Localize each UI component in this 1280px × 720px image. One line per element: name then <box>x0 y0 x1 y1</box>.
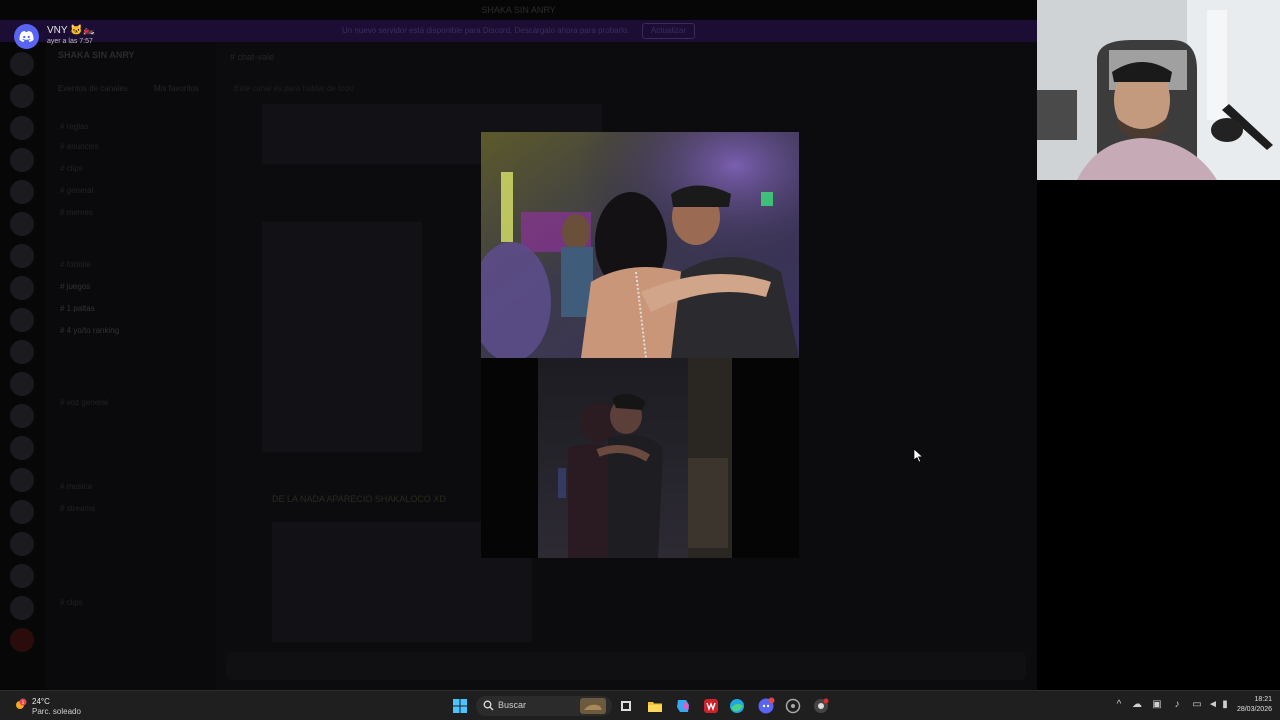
chevron-up-icon[interactable]: ^ <box>1114 699 1124 711</box>
channel-item[interactable]: # 4 yo/to ranking <box>60 326 205 336</box>
channel-item[interactable]: # 1 paltas <box>60 304 205 314</box>
server-icon[interactable] <box>10 372 34 396</box>
chrome-icon[interactable] <box>812 697 830 715</box>
notification-time: ayer a las 7:57 <box>47 38 93 45</box>
discord-taskbar-icon[interactable] <box>757 697 775 715</box>
photo-top[interactable] <box>481 132 799 358</box>
file-explorer-icon[interactable] <box>646 697 664 715</box>
server-icon[interactable] <box>10 436 34 460</box>
edge-browser-icon[interactable] <box>728 697 746 715</box>
server-icon[interactable] <box>10 628 34 652</box>
channel-item[interactable]: # streams <box>60 504 205 514</box>
app-tray-icon[interactable]: ▣ <box>1152 699 1162 711</box>
clock-time: 18:21 <box>1254 696 1272 703</box>
tab-events[interactable]: Eventos de canales <box>58 84 128 93</box>
server-icon[interactable] <box>10 148 34 172</box>
weather-temperature: 24°C <box>32 697 50 706</box>
server-icon[interactable] <box>10 212 34 236</box>
channel-item[interactable]: # fortnite <box>60 260 205 270</box>
server-icon[interactable] <box>10 340 34 364</box>
volume-icon[interactable]: ◄ <box>1208 699 1218 711</box>
weather-sun-icon: 1 <box>14 698 28 712</box>
banner-button[interactable]: Actualizar <box>641 23 696 39</box>
channel-list: SHAKA SIN ANRY Eventos de canales Mis fa… <box>46 42 216 690</box>
server-icon[interactable] <box>10 244 34 268</box>
chat-image[interactable] <box>262 222 422 452</box>
server-icon[interactable] <box>10 404 34 428</box>
weather-description: Parc. soleado <box>32 707 81 716</box>
search-highlight-icon <box>580 698 606 714</box>
display-icon[interactable]: ▭ <box>1192 699 1202 711</box>
server-icon[interactable] <box>10 596 34 620</box>
channel-item[interactable]: # musica <box>60 482 205 492</box>
server-icon[interactable] <box>10 52 34 76</box>
copilot-icon[interactable] <box>674 697 692 715</box>
obs-icon[interactable] <box>784 697 802 715</box>
tab-favorites[interactable]: Mis favoritos <box>154 84 199 93</box>
server-name[interactable]: SHAKA SIN ANRY <box>58 50 135 60</box>
server-icon[interactable] <box>10 276 34 300</box>
photo-bottom[interactable] <box>538 358 732 558</box>
taskbar-search[interactable]: Buscar <box>476 696 612 716</box>
chat-message: DE LA NADA APARECIO SHAKALOCO XD <box>272 494 446 504</box>
clock-date: 28/03/2026 <box>1236 706 1272 713</box>
microphone-icon[interactable]: ♪ <box>1172 699 1182 711</box>
search-icon <box>483 700 494 711</box>
update-banner: Un nuevo servidor está disponible para D… <box>0 20 1037 42</box>
channel-item[interactable]: # reglas <box>60 122 205 132</box>
channel-item[interactable]: # clips <box>60 598 205 608</box>
channel-item[interactable]: # voz general <box>60 398 205 408</box>
server-icon[interactable] <box>10 500 34 524</box>
window-titlebar: SHAKA SIN ANRY <box>0 0 1037 20</box>
weather-widget[interactable]: 1 24°C Parc. soleado <box>14 695 94 717</box>
discord-icon <box>14 24 39 49</box>
server-icon[interactable] <box>10 468 34 492</box>
discord-notification[interactable]: VNY 🐱‍🏍 ayer a las 7:57 <box>14 22 134 50</box>
chat-subtitle: Este canal es para hablar de todo <box>234 84 354 93</box>
channel-item[interactable]: # juegos <box>60 282 205 292</box>
channel-item[interactable]: # clips <box>60 164 205 174</box>
webcam-overlay <box>1037 0 1280 180</box>
windows-start-icon[interactable] <box>451 697 469 715</box>
server-icon[interactable] <box>10 308 34 332</box>
banner-text: Un nuevo servidor está disponible para D… <box>341 26 630 35</box>
server-icon[interactable] <box>10 116 34 140</box>
taskbar-clock[interactable]: 18:21 28/03/2026 <box>1226 695 1272 715</box>
onedrive-icon[interactable]: ☁ <box>1132 699 1142 711</box>
notification-username: VNY 🐱‍🏍 <box>47 25 96 36</box>
server-icon[interactable] <box>10 564 34 588</box>
chat-input[interactable] <box>226 652 1026 680</box>
wps-office-icon[interactable] <box>702 697 720 715</box>
channel-item[interactable]: # general <box>60 186 205 196</box>
channel-item[interactable]: # memes <box>60 208 205 218</box>
windows-taskbar: 1 24°C Parc. soleado Buscar ^ ☁ ▣ ♪ ▭ ◄ … <box>0 690 1280 720</box>
server-icon[interactable] <box>10 532 34 556</box>
server-rail <box>0 42 46 690</box>
search-label: Buscar <box>498 700 527 710</box>
desktop-screen: SHAKA SIN ANRY Un nuevo servidor está di… <box>0 0 1280 720</box>
image-lightbox <box>481 132 799 558</box>
channel-item[interactable]: # anuncios <box>60 142 205 152</box>
server-icon[interactable] <box>10 84 34 108</box>
mouse-cursor-icon <box>914 449 924 463</box>
server-icon[interactable] <box>10 180 34 204</box>
chat-title: # chat-vale <box>230 52 275 62</box>
system-tray: ^ ☁ ▣ ♪ ▭ ◄ ▮ <box>1110 697 1230 715</box>
task-view-icon[interactable] <box>617 697 635 715</box>
